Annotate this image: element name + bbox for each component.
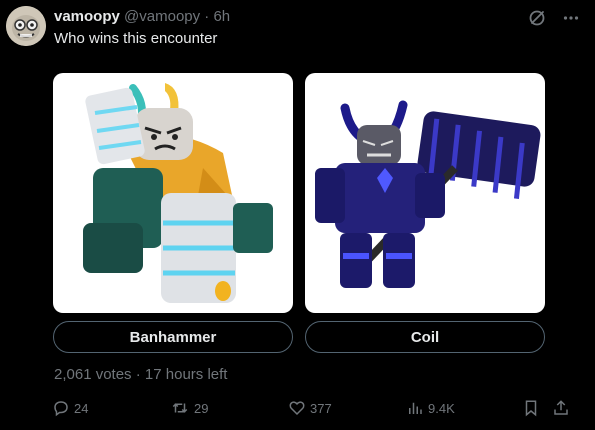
reply-button[interactable]: 24 — [52, 396, 88, 420]
banhammer-character-image — [83, 83, 273, 303]
more-icon[interactable] — [561, 8, 581, 28]
avatar[interactable] — [6, 6, 46, 46]
share-button[interactable] — [552, 396, 570, 420]
avatar-image — [6, 6, 46, 46]
poll-option-coil[interactable]: Coil — [305, 321, 545, 353]
bookmark-button[interactable] — [522, 396, 540, 420]
views-button[interactable]: 9.4K — [406, 396, 455, 420]
repost-count: 29 — [194, 400, 209, 416]
slash-circle-icon[interactable] — [527, 8, 547, 28]
action-bar: 24 29 377 9.4K — [52, 396, 582, 420]
view-count: 9.4K — [428, 400, 455, 416]
time-left: 17 hours left — [144, 366, 228, 383]
poll-option-banhammer[interactable]: Banhammer — [53, 321, 293, 353]
bookmark-icon — [525, 400, 537, 417]
heart-icon — [289, 401, 305, 416]
handle[interactable]: @vamoopy — [124, 8, 200, 25]
poll-image-coil[interactable] — [305, 73, 545, 313]
reply-icon — [54, 401, 68, 417]
repost-icon — [172, 403, 188, 413]
post-text: Who wins this encounter — [54, 30, 218, 47]
like-count: 377 — [310, 400, 332, 416]
post-header: vamoopy @vamoopy · 6h — [54, 7, 230, 27]
like-button[interactable]: 377 — [288, 396, 332, 420]
coil-character-image — [315, 100, 541, 288]
poll-meta: 2,061 votes · 17 hours left — [54, 366, 227, 383]
separator: · — [135, 366, 141, 383]
top-actions — [527, 8, 581, 28]
display-name[interactable]: vamoopy — [54, 8, 120, 25]
repost-button[interactable]: 29 — [170, 396, 208, 420]
share-icon — [554, 400, 568, 415]
separator: · — [204, 8, 210, 25]
post-time[interactable]: 6h — [213, 8, 230, 25]
vote-count: 2,061 votes — [54, 366, 132, 383]
views-icon — [409, 402, 422, 414]
poll-image-banhammer[interactable] — [53, 73, 293, 313]
reply-count: 24 — [74, 400, 89, 416]
